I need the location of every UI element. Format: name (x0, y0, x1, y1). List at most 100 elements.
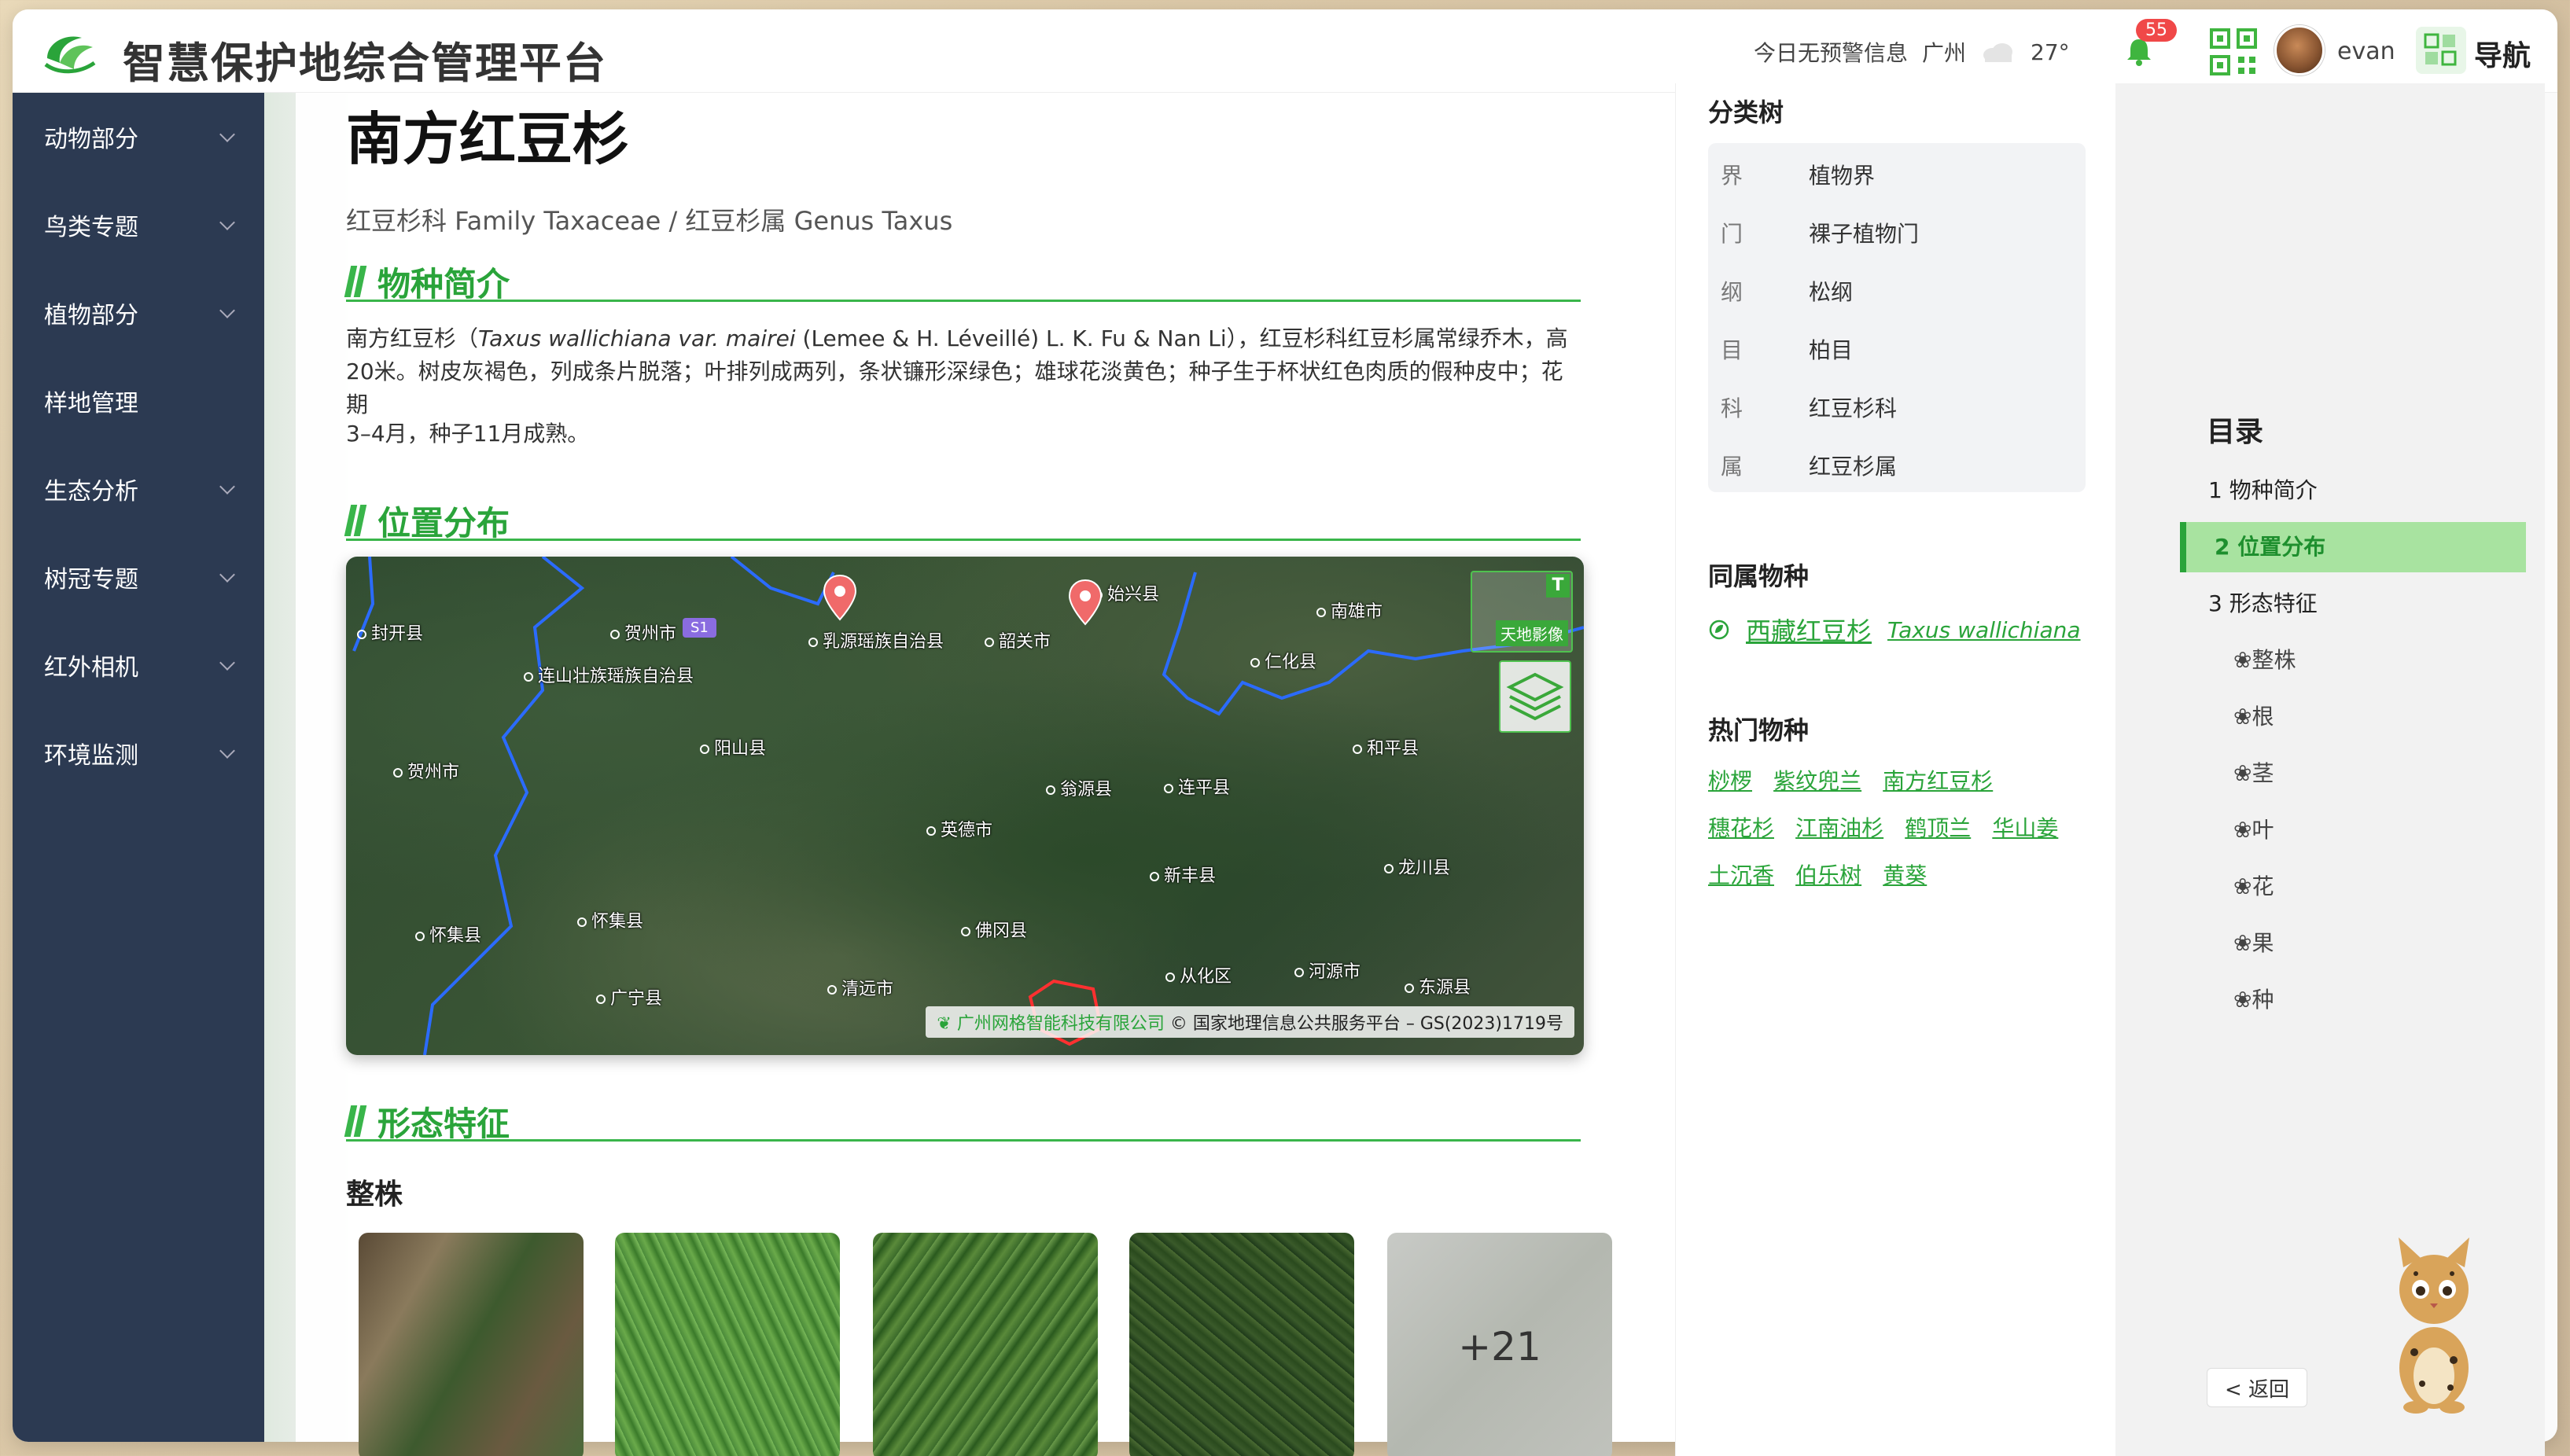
sidebar-item-ecology[interactable]: 生态分析 (13, 445, 264, 533)
sidebar-item-birds[interactable]: 鸟类专题 (13, 181, 264, 269)
toc-item-intro[interactable]: 1 物种简介 (2180, 465, 2526, 516)
map-layer-switch[interactable]: T 天地影像 (1471, 571, 1573, 653)
same-genus-link[interactable]: 西藏红豆杉 (1746, 612, 1872, 648)
sidebar-item-label: 鸟类专题 (44, 214, 138, 241)
map-label: 新丰县 (1150, 862, 1216, 887)
map-label: 仁化县 (1250, 648, 1316, 673)
hot-species-link[interactable]: 穗花杉 (1708, 811, 1774, 843)
map-label: 广宁县 (596, 984, 662, 1009)
top-header: 智慧保护地综合管理平台 今日无预警信息 广州 27° 55 evan 导航 (13, 9, 2557, 93)
attribution-link[interactable]: 广州网格智能科技有限公司 (957, 1014, 1165, 1034)
sidebar: 动物部分 鸟类专题 植物部分 样地管理 生态分析 树冠专题 红外相机 环境监测 (13, 93, 264, 1442)
hot-species-link[interactable]: 桫椤 (1708, 764, 1752, 796)
more-photos-button[interactable]: +21 (1387, 1233, 1612, 1456)
hot-species-link[interactable]: 伯乐树 (1795, 859, 1861, 890)
sidebar-item-label: 植物部分 (44, 302, 138, 329)
same-genus-latin-link[interactable]: Taxus wallichiana (1887, 617, 2081, 643)
photo-thumbnail[interactable] (1129, 1233, 1354, 1456)
sidebar-item-label: 生态分析 (44, 478, 138, 506)
distribution-map[interactable]: 封开县 贺州市 连山壮族瑶族自治县 贺州市 阳山县 乳源瑶族自治县 韶关市 始兴… (346, 557, 1584, 1055)
map-label: 贺州市 (610, 620, 676, 645)
hot-species-link[interactable]: 江南油杉 (1795, 811, 1883, 843)
same-genus-title: 同属物种 (1708, 561, 1810, 591)
hot-species-link[interactable]: 华山姜 (1992, 811, 2058, 843)
map-label: 翁源县 (1046, 775, 1112, 800)
morphology-subheading: 整株 (346, 1178, 403, 1211)
leaf-icon (1709, 620, 1729, 640)
map-label: 封开县 (357, 620, 423, 645)
section-heading-intro: 物种简介 (346, 258, 1581, 303)
more-photos-count: +21 (1458, 1324, 1541, 1370)
map-label: 怀集县 (415, 921, 481, 947)
toc-item-root[interactable]: ❀根 (2180, 692, 2526, 742)
sidebar-item-environment[interactable]: 环境监测 (13, 709, 264, 797)
layer-label: 天地影像 (1496, 620, 1568, 646)
location-pin-icon[interactable] (1068, 579, 1103, 626)
location-pin-icon[interactable] (823, 574, 857, 621)
app-title: 智慧保护地综合管理平台 (123, 39, 607, 88)
qr-code-icon[interactable] (2210, 28, 2257, 75)
map-label: 河源市 (1294, 958, 1360, 983)
intro-text: 南方红豆杉（Taxus wallichiana var. mairei (Lem… (346, 325, 1568, 417)
leopard-cat-mascot-icon[interactable] (2375, 1226, 2493, 1415)
toc-item-fruit[interactable]: ❀果 (2180, 918, 2526, 969)
nav-grid-icon[interactable] (2416, 27, 2466, 74)
sidebar-item-label: 红外相机 (44, 654, 138, 682)
map-label: 阳山县 (700, 734, 766, 759)
hot-species-link[interactable]: 紫纹兜兰 (1773, 764, 1861, 796)
notification-badge: 55 (2136, 19, 2177, 42)
chevron-down-icon (219, 127, 235, 142)
tree-row: 科红豆杉科 (1721, 395, 1898, 421)
hot-species-link[interactable]: 黄葵 (1883, 859, 1927, 890)
section-mark-icon (346, 505, 366, 536)
photo-thumbnail[interactable] (873, 1233, 1098, 1456)
toc-item-flower[interactable]: ❀花 (2180, 862, 2526, 912)
toc-item-seed[interactable]: ❀种 (2180, 975, 2526, 1025)
hot-species-link[interactable]: 土沉香 (1708, 859, 1774, 890)
map-label: 从化区 (1165, 962, 1232, 987)
map-boundaries (352, 557, 1584, 1055)
sidebar-item-label: 环境监测 (44, 742, 138, 770)
map-label: 龙川县 (1384, 854, 1450, 879)
map-label: 英德市 (926, 816, 992, 841)
cloud-icon (1983, 43, 2013, 62)
sidebar-item-plots[interactable]: 样地管理 (13, 357, 264, 445)
back-button[interactable]: < 返回 (2207, 1368, 2307, 1407)
toc-item-leaf[interactable]: ❀叶 (2180, 805, 2526, 855)
map-attribution: ❦ 广州网格智能科技有限公司 © 国家地理信息公共服务平台 – GS(2023)… (926, 1006, 1574, 1038)
hot-species-link[interactable]: 鹤顶兰 (1905, 811, 1971, 843)
toc-item-morphology[interactable]: 3 形态特征 (2180, 579, 2526, 629)
section-heading-morphology: 形态特征 (346, 1098, 1581, 1143)
chevron-down-icon (219, 479, 235, 495)
map-label: 怀集县 (577, 907, 643, 932)
tree-row: 门裸子植物门 (1721, 221, 1920, 247)
username[interactable]: evan (2337, 38, 2395, 65)
hot-species-link[interactable]: 南方红豆杉 (1883, 764, 1993, 796)
nav-label[interactable]: 导航 (2474, 33, 2531, 74)
chevron-down-icon (219, 567, 235, 583)
sidebar-item-infrared-camera[interactable]: 红外相机 (13, 621, 264, 709)
map-label: 南雄市 (1316, 597, 1383, 623)
intro-text-line2: 3–4月，种子11月成熟。 (346, 421, 590, 447)
species-title: 南方红豆杉 (346, 106, 630, 172)
map-label: 佛冈县 (961, 917, 1027, 942)
photo-thumbnail[interactable] (615, 1233, 840, 1456)
toc-item-stem[interactable]: ❀茎 (2180, 748, 2526, 799)
toc-item-distribution[interactable]: 2 位置分布 (2180, 522, 2526, 572)
leaf-icon: ❦ (937, 1014, 952, 1034)
toc-item-whole-plant[interactable]: ❀整株 (2180, 635, 2526, 686)
map-label: 连山壮族瑶族自治县 (524, 662, 694, 687)
sidebar-item-plants[interactable]: 植物部分 (13, 269, 264, 357)
logo-icon (44, 36, 96, 74)
sidebar-item-label: 样地管理 (44, 390, 138, 417)
temperature: 27° (2031, 39, 2070, 65)
sidebar-item-canopy[interactable]: 树冠专题 (13, 533, 264, 621)
sidebar-item-animals[interactable]: 动物部分 (13, 93, 264, 181)
section-mark-icon (346, 266, 366, 297)
map-layers-button[interactable] (1499, 660, 1571, 733)
photo-thumbnail[interactable] (359, 1233, 584, 1456)
map-label: 韶关市 (985, 627, 1051, 653)
map-label: 清远市 (827, 975, 893, 1000)
map-label: 贺州市 (393, 758, 459, 783)
user-avatar[interactable] (2274, 25, 2325, 75)
